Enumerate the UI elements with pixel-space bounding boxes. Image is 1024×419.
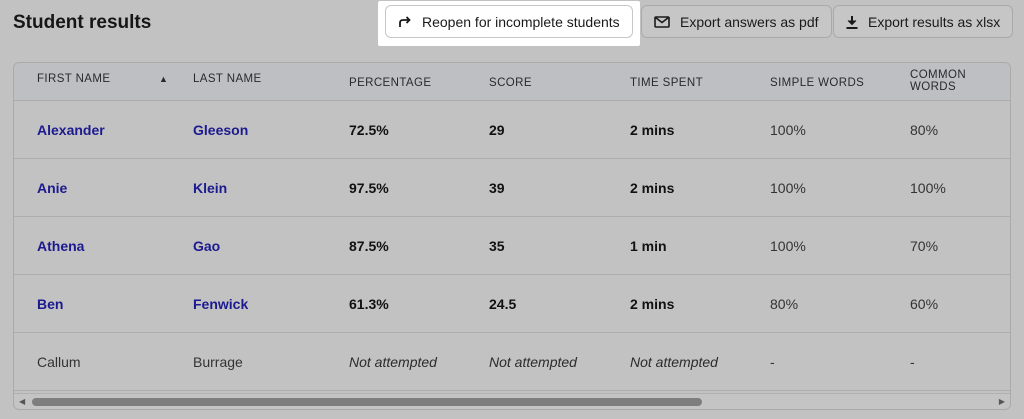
header-percentage[interactable]: PERCENTAGE	[349, 77, 431, 89]
cell-score: 35	[489, 238, 505, 254]
cell-simple: 100%	[770, 122, 806, 138]
cell-score: 39	[489, 180, 505, 196]
cell-score: Not attempted	[489, 354, 577, 370]
redo-arrow-icon	[398, 15, 412, 28]
header-score[interactable]: SCORE	[489, 77, 532, 89]
export-pdf-button[interactable]: Export answers as pdf	[641, 5, 832, 38]
header-simple-words[interactable]: SIMPLE WORDS	[770, 77, 864, 89]
cell-last[interactable]: Gao	[193, 238, 220, 254]
download-icon	[846, 15, 858, 29]
reopen-button[interactable]: Reopen for incomplete students	[385, 5, 633, 38]
cell-simple: 100%	[770, 238, 806, 254]
cell-time: 2 mins	[630, 296, 675, 312]
cell-time: 1 min	[630, 238, 667, 254]
cell-time: Not attempted	[630, 354, 718, 370]
export-pdf-label: Export answers as pdf	[680, 13, 819, 30]
export-xlsx-label: Export results as xlsx	[868, 13, 1001, 30]
table-row: Athena Gao 87.5% 35 1 min 100% 70%	[14, 217, 1010, 275]
cell-first[interactable]: Athena	[37, 238, 84, 254]
table-row: Ben Fenwick 61.3% 24.5 2 mins 80% 60%	[14, 275, 1010, 333]
cell-simple: 80%	[770, 296, 799, 312]
cell-last: Burrage	[193, 354, 243, 370]
header-time-spent[interactable]: TIME SPENT	[630, 77, 703, 89]
cell-percentage: 87.5%	[349, 238, 389, 254]
scroll-left-arrow-icon[interactable]: ◀	[19, 397, 25, 406]
reopen-label: Reopen for incomplete students	[422, 13, 620, 30]
mail-icon	[654, 15, 670, 28]
scroll-right-arrow-icon[interactable]: ▶	[999, 397, 1005, 406]
table-row: Anie Klein 97.5% 39 2 mins 100% 100%	[14, 159, 1010, 217]
cell-first[interactable]: Alexander	[37, 122, 105, 138]
cell-percentage: Not attempted	[349, 354, 437, 370]
table-row: Callum Burrage Not attempted Not attempted N…	[14, 333, 1010, 391]
cell-first[interactable]: Ben	[37, 296, 63, 312]
cell-common: 100%	[910, 180, 946, 196]
export-xlsx-button[interactable]: Export results as xlsx	[833, 5, 1014, 38]
cell-common: 70%	[910, 238, 939, 254]
cell-first: Callum	[37, 354, 81, 370]
cell-last[interactable]: Klein	[193, 180, 227, 196]
horizontal-scrollbar[interactable]: ◀ ▶	[14, 393, 1010, 409]
cell-score: 29	[489, 122, 505, 138]
scrollbar-thumb[interactable]	[32, 398, 702, 406]
table-header: FIRST NAME ▲ LAST NAME PERCENTAGE SCORE …	[14, 63, 1010, 101]
cell-common: -	[910, 354, 915, 370]
cell-simple: 100%	[770, 180, 806, 196]
cell-common: 60%	[910, 296, 939, 312]
table-row: Alexander Gleeson 72.5% 29 2 mins 100% 80%	[14, 101, 1010, 159]
cell-percentage: 97.5%	[349, 180, 389, 196]
results-table: FIRST NAME ▲ LAST NAME PERCENTAGE SCORE …	[13, 62, 1011, 410]
cell-last[interactable]: Gleeson	[193, 122, 248, 138]
sort-ascending-icon[interactable]: ▲	[159, 74, 168, 84]
cell-percentage: 72.5%	[349, 122, 389, 138]
header-first-name[interactable]: FIRST NAME	[37, 73, 110, 85]
header-common-words[interactable]: COMMON WORDS	[910, 69, 980, 93]
cell-percentage: 61.3%	[349, 296, 389, 312]
cell-simple: -	[770, 354, 775, 370]
cell-last[interactable]: Fenwick	[193, 296, 248, 312]
cell-common: 80%	[910, 122, 939, 138]
cell-first[interactable]: Anie	[37, 180, 67, 196]
cell-time: 2 mins	[630, 122, 675, 138]
cell-time: 2 mins	[630, 180, 675, 196]
header-last-name[interactable]: LAST NAME	[193, 73, 262, 85]
cell-score: 24.5	[489, 296, 517, 312]
page-title: Student results	[13, 12, 152, 33]
